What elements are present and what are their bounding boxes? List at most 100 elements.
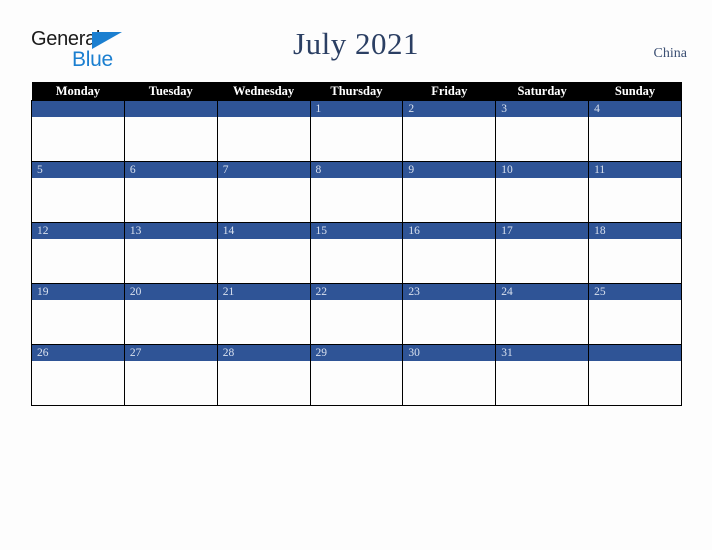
day-content[interactable] xyxy=(310,117,403,161)
day-number: 26 xyxy=(32,345,124,361)
calendar-day-cell[interactable]: 5 xyxy=(31,161,125,223)
calendar-day-cell[interactable]: 10 xyxy=(495,161,590,223)
weekday-header-tuesday: Tuesday xyxy=(124,82,218,101)
calendar-day-cell[interactable]: 1 xyxy=(309,100,404,162)
calendar-day-cell[interactable]: 29 xyxy=(309,344,404,406)
day-content[interactable] xyxy=(589,117,681,161)
day-content[interactable] xyxy=(310,300,403,344)
day-number: 21 xyxy=(217,284,310,300)
day-content[interactable] xyxy=(124,361,217,405)
calendar-day-cell[interactable]: 7 xyxy=(216,161,311,223)
calendar-table: Monday Tuesday Wednesday Thursday Friday… xyxy=(31,82,682,406)
day-content[interactable] xyxy=(403,361,496,405)
day-number xyxy=(32,101,124,117)
day-number: 18 xyxy=(589,223,681,239)
weekday-header-wednesday: Wednesday xyxy=(217,82,311,101)
calendar-day-cell[interactable] xyxy=(216,100,311,162)
day-number xyxy=(124,101,217,117)
day-content[interactable] xyxy=(217,239,310,283)
day-content[interactable] xyxy=(32,361,124,405)
day-content[interactable] xyxy=(403,239,496,283)
calendar-day-cell[interactable] xyxy=(123,100,218,162)
day-content[interactable] xyxy=(124,239,217,283)
day-content[interactable] xyxy=(32,300,124,344)
calendar-day-cell[interactable]: 24 xyxy=(495,283,590,345)
calendar-week-row: 12 13 14 15 16 17 18 xyxy=(31,222,682,284)
calendar-week-row: 5 6 7 8 9 10 11 xyxy=(31,161,682,223)
calendar-day-cell[interactable]: 16 xyxy=(402,222,497,284)
calendar-day-cell[interactable]: 12 xyxy=(31,222,125,284)
day-number: 19 xyxy=(32,284,124,300)
day-content[interactable] xyxy=(589,239,681,283)
day-content[interactable] xyxy=(217,117,310,161)
day-content[interactable] xyxy=(496,361,589,405)
calendar-day-cell[interactable]: 21 xyxy=(216,283,311,345)
day-number: 8 xyxy=(310,162,403,178)
day-content[interactable] xyxy=(310,178,403,222)
day-number: 11 xyxy=(589,162,681,178)
calendar-day-cell[interactable] xyxy=(31,100,125,162)
day-content[interactable] xyxy=(589,300,681,344)
calendar-day-cell[interactable]: 22 xyxy=(309,283,404,345)
calendar-day-cell[interactable]: 8 xyxy=(309,161,404,223)
day-content[interactable] xyxy=(217,300,310,344)
day-number: 7 xyxy=(217,162,310,178)
day-content[interactable] xyxy=(310,239,403,283)
calendar-day-cell[interactable]: 18 xyxy=(588,222,682,284)
calendar-day-cell[interactable]: 30 xyxy=(402,344,497,406)
day-content[interactable] xyxy=(496,178,589,222)
day-number: 2 xyxy=(403,101,496,117)
calendar-day-cell[interactable]: 20 xyxy=(123,283,218,345)
day-content[interactable] xyxy=(124,117,217,161)
calendar-week-row: 19 20 21 22 23 24 25 xyxy=(31,283,682,345)
day-content[interactable] xyxy=(124,178,217,222)
calendar-day-cell[interactable]: 13 xyxy=(123,222,218,284)
calendar-day-cell[interactable]: 4 xyxy=(588,100,682,162)
day-content[interactable] xyxy=(589,178,681,222)
calendar-day-cell[interactable]: 14 xyxy=(216,222,311,284)
weekday-header-thursday: Thursday xyxy=(310,82,403,101)
calendar-day-cell[interactable]: 15 xyxy=(309,222,404,284)
day-content[interactable] xyxy=(403,117,496,161)
calendar-day-cell[interactable]: 2 xyxy=(402,100,497,162)
calendar-day-cell[interactable]: 26 xyxy=(31,344,125,406)
day-content[interactable] xyxy=(32,178,124,222)
calendar-day-cell[interactable]: 23 xyxy=(402,283,497,345)
calendar-day-cell[interactable]: 19 xyxy=(31,283,125,345)
day-content[interactable] xyxy=(217,361,310,405)
day-number: 4 xyxy=(589,101,681,117)
weekday-header-friday: Friday xyxy=(402,82,496,101)
day-content[interactable] xyxy=(403,178,496,222)
calendar-day-cell[interactable]: 3 xyxy=(495,100,590,162)
day-content[interactable] xyxy=(32,239,124,283)
calendar-day-cell[interactable]: 28 xyxy=(216,344,311,406)
calendar-day-cell[interactable]: 6 xyxy=(123,161,218,223)
calendar-day-cell[interactable]: 25 xyxy=(588,283,682,345)
day-number xyxy=(217,101,310,117)
day-number: 3 xyxy=(496,101,589,117)
day-content[interactable] xyxy=(403,300,496,344)
weekday-header-monday: Monday xyxy=(31,82,125,101)
calendar-body: 1 2 3 4 5 6 7 8 9 10 11 12 13 14 15 16 1… xyxy=(31,100,682,406)
weekday-header-sunday: Sunday xyxy=(588,82,682,101)
day-content[interactable] xyxy=(589,361,681,405)
day-content[interactable] xyxy=(124,300,217,344)
calendar-day-cell[interactable]: 11 xyxy=(588,161,682,223)
day-content[interactable] xyxy=(496,300,589,344)
calendar-week-row: 1 2 3 4 xyxy=(31,100,682,162)
calendar-day-cell[interactable]: 9 xyxy=(402,161,497,223)
calendar-week-row: 26 27 28 29 30 31 xyxy=(31,344,682,406)
day-content[interactable] xyxy=(310,361,403,405)
page-title: July 2021 xyxy=(293,26,419,61)
day-content[interactable] xyxy=(496,239,589,283)
day-number: 25 xyxy=(589,284,681,300)
day-content[interactable] xyxy=(217,178,310,222)
calendar-day-cell[interactable]: 31 xyxy=(495,344,590,406)
calendar-day-cell[interactable]: 27 xyxy=(123,344,218,406)
calendar-day-cell[interactable]: 17 xyxy=(495,222,590,284)
day-number: 24 xyxy=(496,284,589,300)
day-number: 20 xyxy=(124,284,217,300)
day-content[interactable] xyxy=(496,117,589,161)
calendar-day-cell[interactable] xyxy=(588,344,682,406)
day-content[interactable] xyxy=(32,117,124,161)
